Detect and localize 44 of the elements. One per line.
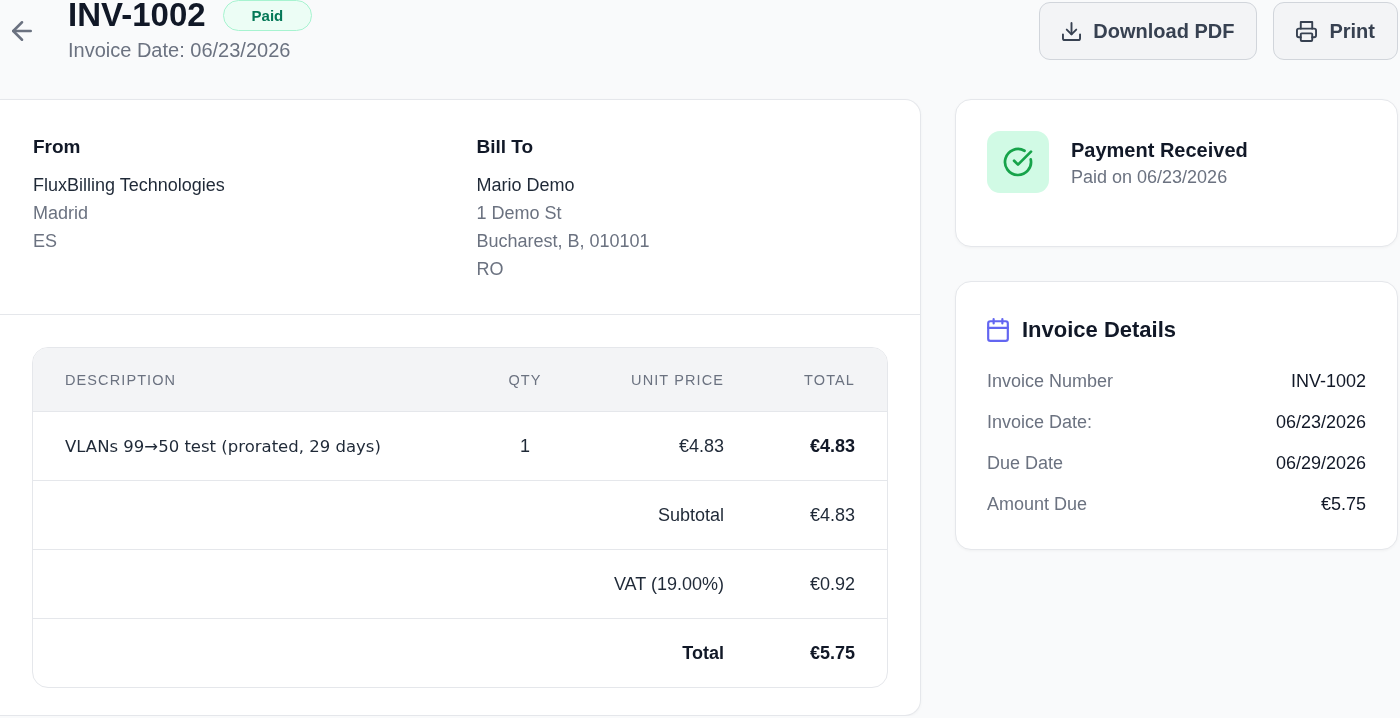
column-header: TOTAL — [803, 371, 856, 388]
column-header: UNIT PRICE — [630, 371, 725, 388]
address-line: Madrid — [33, 202, 90, 225]
card-title: Invoice Details — [1022, 317, 1177, 343]
party-heading: Bill To — [476, 135, 535, 159]
download-button[interactable]: Download PDF — [1039, 2, 1258, 60]
summary-value: €0.92 — [808, 573, 856, 595]
detail-value: INV-1002 — [1290, 371, 1366, 392]
printer-icon — [1296, 20, 1318, 42]
back-button[interactable] — [10, 19, 34, 43]
address-line: ES — [33, 230, 58, 253]
party-name: Mario Demo — [476, 174, 576, 197]
invoice-date: Invoice Date: 06/23/2026 — [68, 38, 292, 63]
summary-label: Subtotal — [656, 504, 725, 526]
arrow-left-icon — [12, 21, 32, 41]
party-heading: From — [33, 135, 82, 159]
address-line: RO — [476, 258, 505, 281]
download-icon — [1062, 21, 1082, 41]
party-name: FluxBilling Technologies — [33, 174, 226, 197]
item-unit-price: €4.83 — [677, 435, 725, 457]
item-total: €4.83 — [808, 435, 856, 457]
item-quantity: 1 — [519, 435, 531, 457]
detail-value: 06/29/2026 — [1275, 453, 1366, 474]
payment-status-title: Payment Received — [1071, 138, 1248, 163]
address-line: 1 Demo St — [476, 202, 563, 225]
summary-label: VAT (19.00%) — [612, 573, 725, 595]
item-description: VLANs 99→50 test (prorated, 29 days) — [64, 436, 382, 456]
summary-label: Total — [681, 642, 725, 664]
detail-label: Due Date — [987, 453, 1064, 474]
summary-value: €4.83 — [808, 504, 856, 526]
detail-label: Invoice Number — [987, 371, 1114, 392]
column-header: QTY — [507, 371, 543, 388]
detail-label: Amount Due — [987, 494, 1088, 515]
print-button[interactable]: Print — [1273, 2, 1398, 60]
detail-label: Invoice Date: — [987, 412, 1093, 433]
calendar-icon — [987, 318, 1009, 342]
summary-value: €5.75 — [808, 642, 856, 664]
detail-value: 06/23/2026 — [1275, 412, 1366, 433]
invoice-number: INV-1002 — [68, 0, 206, 34]
detail-value: €5.75 — [1320, 494, 1366, 515]
payment-date: Paid on 06/23/2026 — [1071, 166, 1229, 189]
status-badge: Paid — [222, 0, 313, 31]
address-line: Bucharest, B, 010101 — [476, 230, 651, 253]
column-header: DESCRIPTION — [64, 371, 178, 388]
